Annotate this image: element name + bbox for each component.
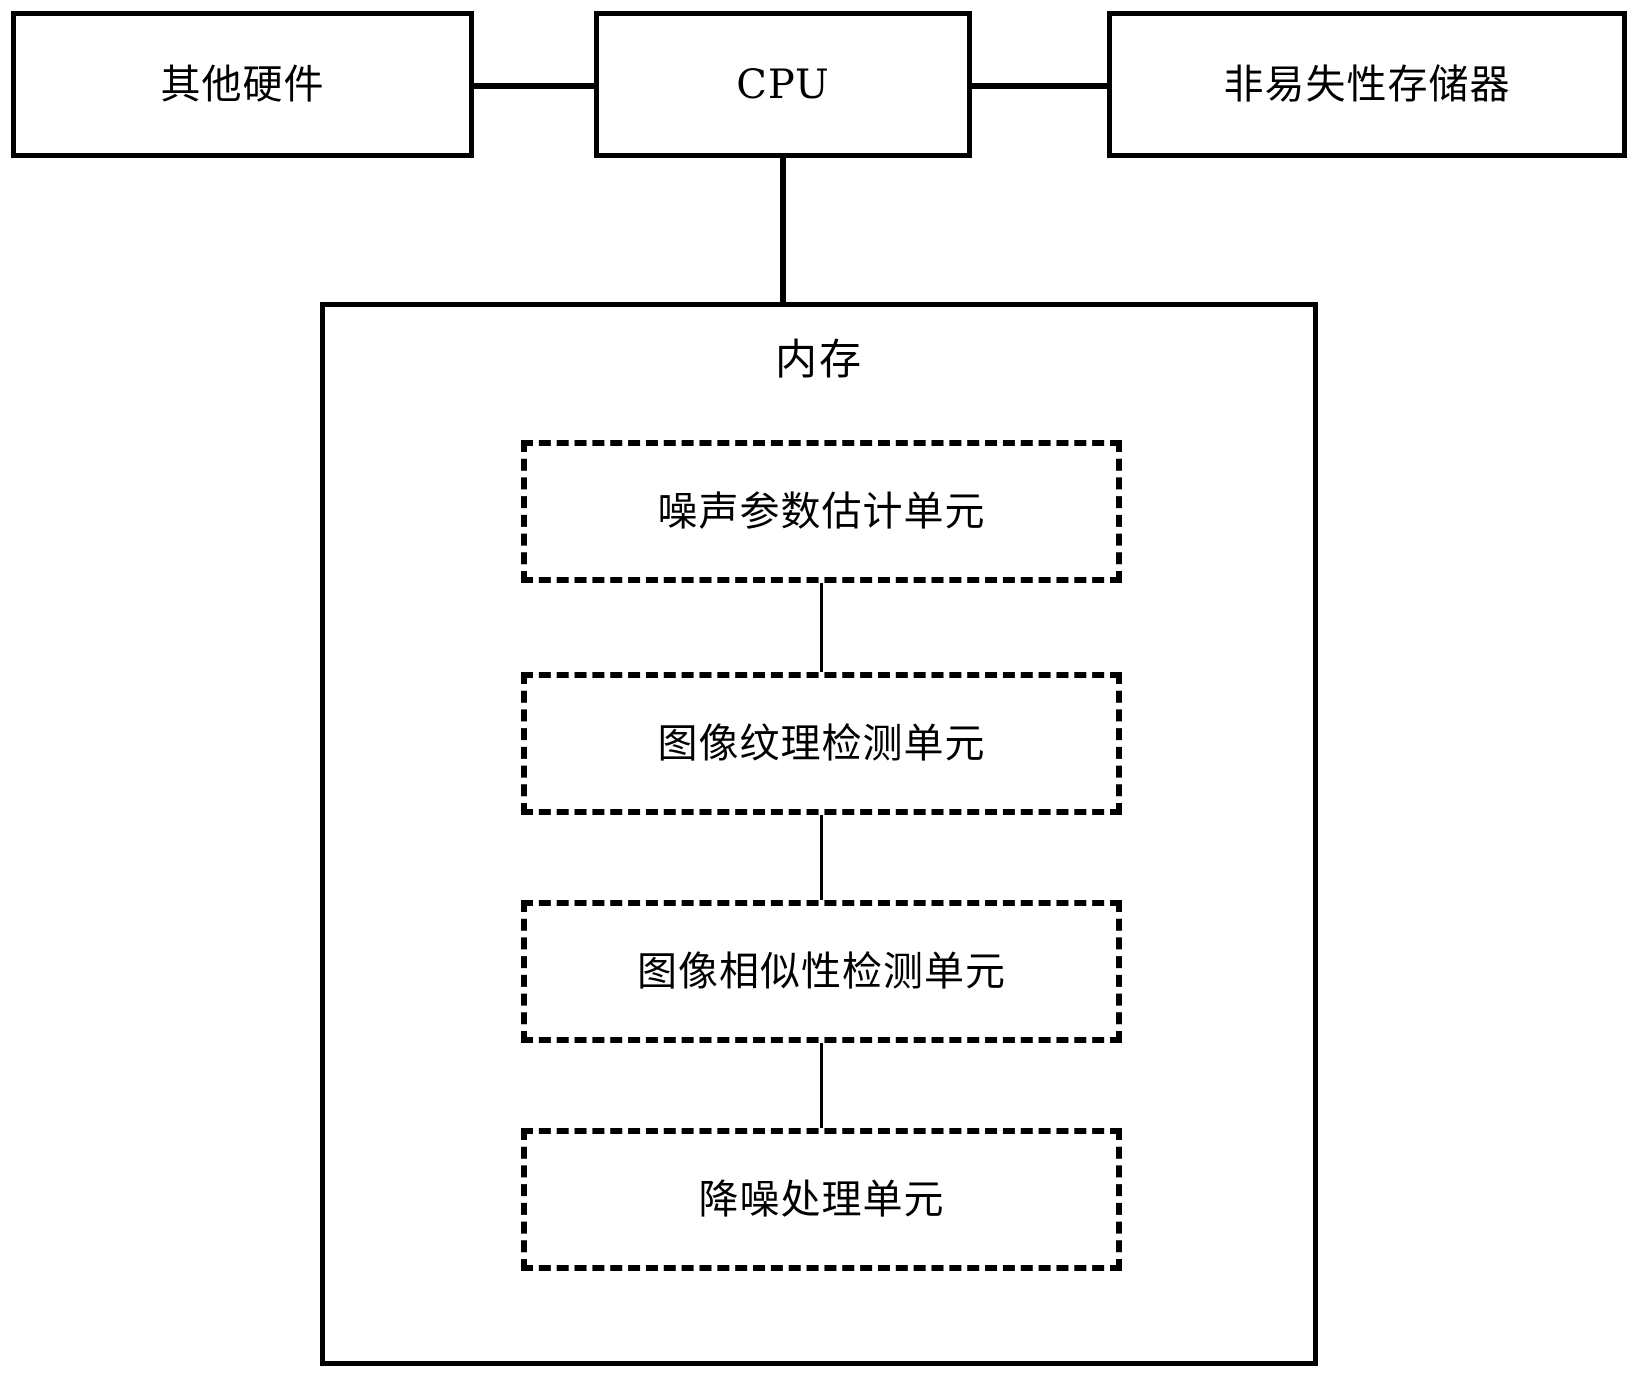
unit-noise-parameter-estimation-label: 噪声参数估计单元 xyxy=(657,488,986,535)
connector-unit2-to-unit3 xyxy=(820,815,823,900)
diagram-canvas: 其他硬件 CPU 非易失性存储器 内存 噪声参数估计单元 图像纹理检测单元 图像… xyxy=(0,0,1638,1383)
unit-noise-parameter-estimation: 噪声参数估计单元 xyxy=(521,440,1122,583)
block-nonvolatile-storage: 非易失性存储器 xyxy=(1107,11,1627,158)
connector-unit3-to-unit4 xyxy=(820,1043,823,1128)
block-memory-label: 内存 xyxy=(774,335,863,384)
block-cpu: CPU xyxy=(594,11,972,158)
connector-cpu-to-nonvolatile-storage xyxy=(968,83,1111,89)
block-other-hardware: 其他硬件 xyxy=(11,11,474,158)
connector-cpu-to-memory xyxy=(780,155,786,305)
block-other-hardware-label: 其他硬件 xyxy=(160,61,325,108)
block-nonvolatile-storage-label: 非易失性存储器 xyxy=(1223,61,1511,108)
block-cpu-label: CPU xyxy=(736,61,830,108)
unit-noise-reduction-processing-label: 降噪处理单元 xyxy=(698,1176,945,1223)
unit-image-similarity-detection-label: 图像相似性检测单元 xyxy=(637,948,1006,995)
connector-other-hardware-to-cpu xyxy=(470,83,598,89)
unit-image-texture-detection: 图像纹理检测单元 xyxy=(521,672,1122,815)
unit-image-similarity-detection: 图像相似性检测单元 xyxy=(521,900,1122,1043)
connector-unit1-to-unit2 xyxy=(820,583,823,672)
unit-image-texture-detection-label: 图像纹理检测单元 xyxy=(657,720,986,767)
block-memory: 内存 噪声参数估计单元 图像纹理检测单元 图像相似性检测单元 降噪处理单元 xyxy=(320,302,1318,1366)
unit-noise-reduction-processing: 降噪处理单元 xyxy=(521,1128,1122,1271)
